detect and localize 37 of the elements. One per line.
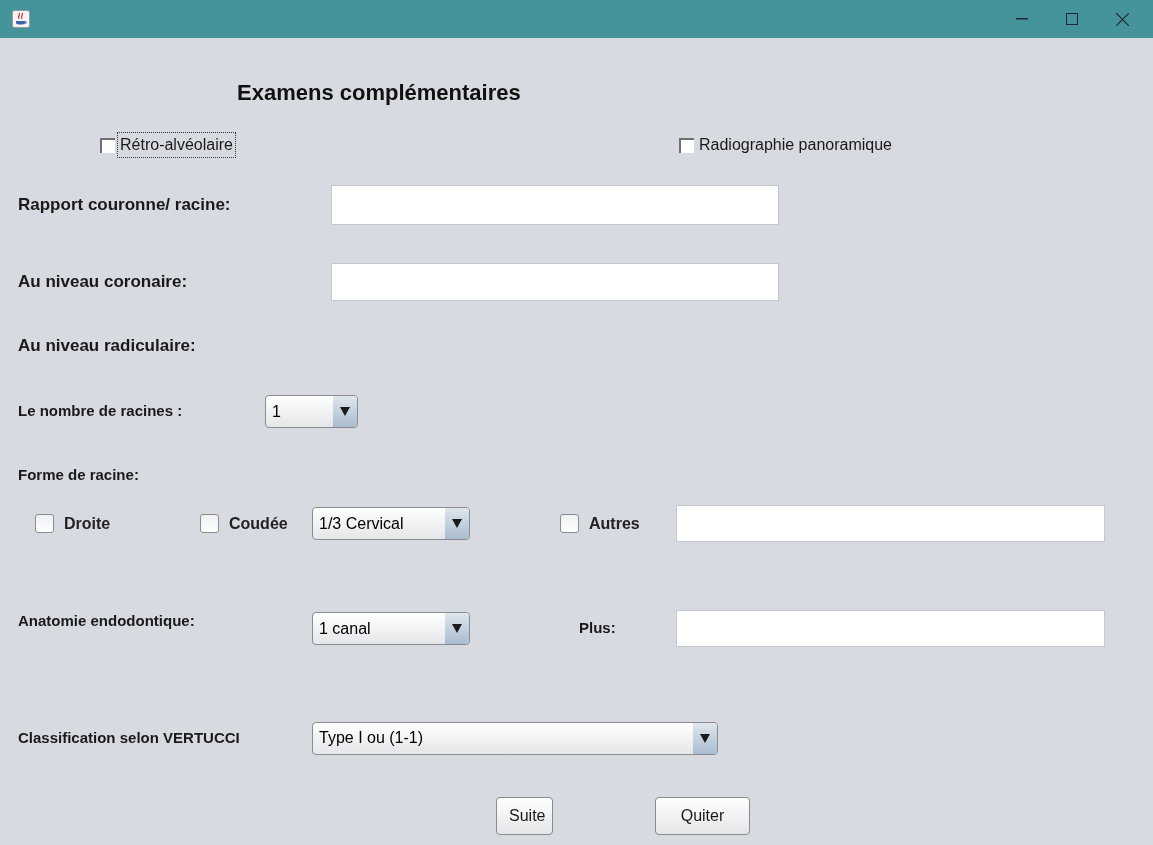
checkbox[interactable] [560, 514, 579, 533]
section-label: Au niveau radiculaire: [18, 334, 196, 357]
dropdown[interactable]: 1/3 Cervical [312, 507, 470, 540]
text-field[interactable] [676, 505, 1105, 542]
maximize-icon [1066, 13, 1078, 25]
field-label: Au niveau coronaire: [18, 271, 189, 294]
dropdown[interactable]: Type I ou (1-1) [312, 721, 718, 755]
checkbox[interactable] [35, 514, 54, 533]
caret-icon [452, 624, 462, 633]
caret-icon [340, 407, 350, 416]
checkbox[interactable] [678, 137, 694, 153]
minimize-icon [1016, 18, 1028, 20]
checkbox[interactable] [100, 137, 115, 153]
close-icon [1115, 12, 1129, 26]
text-field[interactable] [331, 185, 779, 225]
caret-icon [452, 519, 462, 528]
java-cup-icon [12, 10, 30, 28]
checkbox[interactable] [200, 514, 219, 533]
field-label: Rapport couronne/ racine: [18, 194, 232, 217]
checkbox-label: Autres [589, 513, 640, 534]
checkbox-label: Coudée [229, 513, 288, 534]
checkbox-label: Droite [64, 513, 111, 534]
field-label: Anatomie endodontique: [18, 611, 196, 631]
form-heading: Examens complémentaires [237, 78, 521, 107]
caret-icon [700, 733, 710, 743]
dialog-button[interactable]: Quiter [655, 797, 750, 835]
section-label: Forme de racine: [18, 464, 139, 485]
text-field[interactable] [331, 263, 779, 301]
dialog-button[interactable]: Suite [496, 797, 553, 835]
checkbox-label: Rétro-alvéolaire [117, 132, 236, 158]
text-field[interactable] [676, 610, 1105, 647]
dropdown[interactable]: 1 [265, 395, 358, 428]
dropdown[interactable]: 1 canal [312, 612, 470, 645]
field-label: Classification selon VERTUCCI [18, 727, 241, 748]
checkbox-label: Radiographie panoramique [697, 135, 893, 155]
field-label: Plus: [579, 618, 617, 639]
field-label: Le nombre de racines : [18, 401, 184, 422]
